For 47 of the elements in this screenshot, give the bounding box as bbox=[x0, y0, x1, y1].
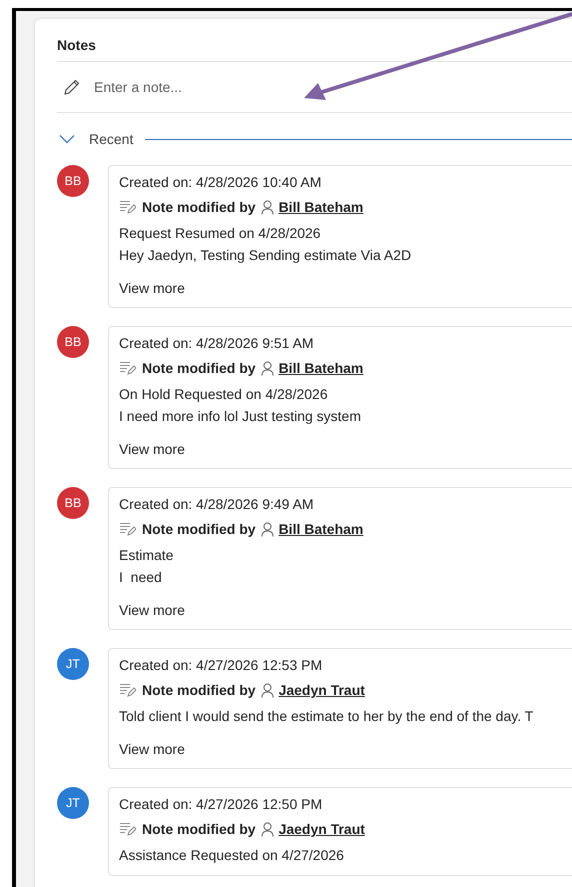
pencil-icon bbox=[63, 78, 81, 96]
avatar: BB bbox=[57, 165, 89, 197]
person-icon bbox=[260, 200, 274, 214]
view-more-link[interactable]: View more bbox=[119, 739, 185, 759]
created-date: Created on: 4/28/2026 10:40 AM bbox=[119, 173, 322, 192]
note-edit-icon bbox=[119, 200, 136, 214]
avatar: BB bbox=[57, 326, 89, 358]
person-icon bbox=[260, 822, 274, 836]
author-link[interactable]: Jaedyn Traut bbox=[278, 682, 365, 698]
author-link[interactable]: Bill Bateham bbox=[278, 199, 364, 215]
modified-label: Note modified by bbox=[142, 199, 256, 215]
note-text: Hey Jaedyn, Testing Sending estimate Via A2D bbox=[119, 246, 412, 265]
created-date: Created on: 4/28/2026 9:49 AM bbox=[119, 495, 315, 514]
note-text: Request Resumed on 4/28/2026 bbox=[119, 224, 322, 243]
modified-label: Note modified by bbox=[142, 360, 256, 376]
note-text: I need more info lol Just testing system bbox=[119, 407, 362, 426]
note-text: Told client I would send the estimate to her by the end of the day. T bbox=[119, 707, 534, 726]
person-icon bbox=[260, 360, 274, 376]
chevron-icon[interactable] bbox=[59, 134, 75, 144]
modified-label: Note modified by bbox=[142, 521, 256, 537]
author-link[interactable]: Jaedyn Traut bbox=[278, 821, 365, 837]
note-text: Estimate bbox=[119, 546, 174, 565]
note-text: Assistance Requested on 4/27/2026 bbox=[119, 846, 345, 865]
note-text: I need bbox=[119, 568, 163, 587]
panel-title: Notes bbox=[57, 37, 97, 55]
avatar: JT bbox=[57, 648, 89, 680]
author-link[interactable]: Bill Bateham bbox=[278, 360, 364, 376]
note-edit-icon bbox=[119, 822, 136, 836]
person-icon bbox=[260, 522, 274, 536]
created-date: Created on: 4/28/2026 9:51 AM bbox=[119, 334, 315, 353]
modified-label: Note modified by bbox=[142, 821, 256, 837]
avatar: BB bbox=[57, 487, 89, 519]
view-more-link[interactable]: View more bbox=[119, 278, 185, 298]
note-input-field[interactable]: Enter a note... bbox=[94, 79, 494, 95]
modified-label: Note modified by bbox=[142, 682, 256, 698]
note-text: On Hold Requested on 4/28/2026 bbox=[119, 385, 329, 404]
view-more-link[interactable]: View more bbox=[119, 439, 185, 459]
avatar: JT bbox=[57, 787, 89, 819]
person-icon bbox=[260, 682, 274, 698]
note-edit-icon bbox=[119, 682, 136, 698]
section-label: Recent bbox=[89, 131, 134, 147]
note-edit-icon bbox=[119, 360, 136, 376]
author-link[interactable]: Bill Bateham bbox=[278, 521, 364, 537]
note-edit-icon bbox=[119, 522, 136, 536]
created-date: Created on: 4/27/2026 12:53 PM bbox=[119, 656, 324, 675]
created-date: Created on: 4/27/2026 12:50 PM bbox=[119, 795, 324, 814]
view-more-link[interactable]: View more bbox=[119, 600, 185, 620]
